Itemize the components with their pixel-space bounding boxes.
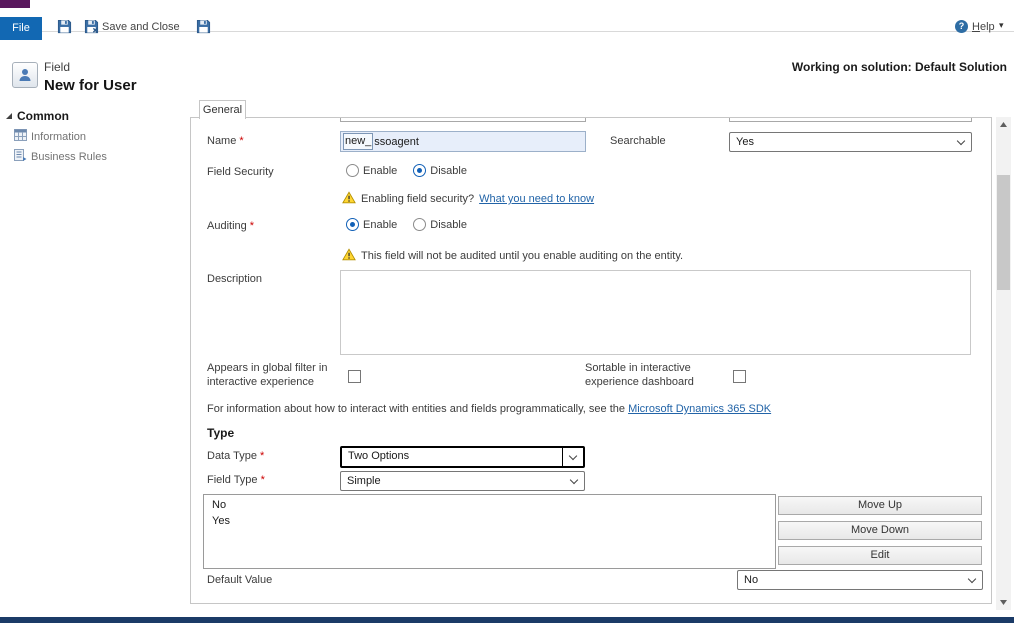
warning-icon	[342, 191, 356, 207]
page-title: New for User	[44, 77, 137, 94]
help-icon[interactable]: ?	[955, 20, 968, 33]
field-type-select[interactable]: Simple	[340, 471, 585, 491]
default-value-label: Default Value	[207, 574, 272, 586]
field-security-warning: Enabling field security? What you need t…	[342, 191, 594, 207]
field-type-label: Field Type	[207, 474, 265, 486]
window-bottom-border	[0, 617, 1014, 623]
save-icon[interactable]	[57, 19, 72, 37]
data-type-label: Data Type	[207, 450, 264, 462]
window-accent-strip	[0, 0, 30, 8]
option-item[interactable]: No	[204, 495, 775, 511]
field-security-enable-label: Enable	[363, 165, 397, 177]
auditing-warning-text: This field will not be audited until you…	[361, 250, 683, 262]
sortable-label: Sortable in interactive experience dashb…	[585, 361, 713, 389]
chevron-down-icon	[570, 476, 578, 484]
name-value: ssoagent	[374, 136, 419, 148]
scroll-down-button[interactable]	[996, 595, 1011, 610]
field-security-radio-group: Enable Disable	[346, 164, 467, 177]
name-prefix: new_	[343, 133, 373, 150]
field-security-warning-link[interactable]: What you need to know	[479, 193, 594, 205]
save-and-new-icon[interactable]	[196, 19, 211, 37]
data-type-select[interactable]: Two Options	[340, 446, 585, 468]
auditing-disable-radio[interactable]	[413, 218, 426, 231]
auditing-warning: This field will not be audited until you…	[342, 248, 683, 264]
sdk-text: For information about how to interact wi…	[207, 403, 625, 415]
global-filter-label: Appears in global filter in interactive …	[207, 361, 341, 389]
auditing-disable-label: Disable	[430, 219, 467, 231]
field-security-disable-label: Disable	[430, 165, 467, 177]
scroll-up-button[interactable]	[996, 117, 1011, 132]
sidebar-group-common[interactable]: Common	[5, 109, 69, 123]
sdk-sentence: For information about how to interact wi…	[207, 403, 771, 415]
file-tab[interactable]: File	[0, 17, 42, 40]
sdk-link[interactable]: Microsoft Dynamics 365 SDK	[628, 403, 771, 415]
global-filter-checkbox[interactable]	[348, 370, 361, 383]
edit-button[interactable]: Edit	[778, 546, 982, 565]
searchable-select[interactable]: Yes	[729, 132, 972, 152]
field-security-enable-radio[interactable]	[346, 164, 359, 177]
description-textarea[interactable]	[340, 270, 971, 355]
data-type-value: Two Options	[348, 450, 409, 462]
description-label: Description	[207, 273, 262, 285]
sidebar-item-label: Business Rules	[31, 151, 107, 163]
select-separator	[562, 448, 563, 466]
scrollbar-thumb[interactable]	[997, 175, 1010, 290]
field-security-warning-text: Enabling field security?	[361, 193, 474, 205]
move-up-button[interactable]: Move Up	[778, 496, 982, 515]
app-window: Save and Close ? Help ▾ File Field New f…	[0, 0, 1014, 626]
field-entity-icon	[12, 62, 38, 88]
auditing-enable-radio[interactable]	[346, 218, 359, 231]
help-dropdown-caret-icon[interactable]: ▾	[999, 20, 1004, 31]
warning-icon	[342, 248, 356, 264]
save-and-close-button[interactable]: Save and Close	[102, 21, 180, 33]
field-security-disable-radio[interactable]	[413, 164, 426, 177]
field-type-value: Simple	[347, 475, 381, 487]
searchable-value: Yes	[736, 136, 754, 148]
searchable-label: Searchable	[610, 135, 666, 147]
move-down-button[interactable]: Move Down	[778, 521, 982, 540]
sidebar-group-label: Common	[17, 109, 69, 123]
table-icon	[14, 129, 27, 144]
sidebar-item-information[interactable]: Information	[14, 129, 86, 144]
type-section-heading: Type	[207, 426, 234, 440]
chevron-down-icon	[968, 575, 976, 583]
solution-note: Working on solution: Default Solution	[792, 60, 1007, 74]
options-listbox[interactable]: No Yes	[203, 494, 776, 569]
sidebar-item-label: Information	[31, 131, 86, 143]
entity-type-label: Field	[44, 60, 70, 74]
vertical-scrollbar[interactable]	[996, 117, 1011, 610]
chevron-down-icon	[569, 452, 577, 460]
chevron-down-icon	[957, 137, 965, 145]
auditing-enable-label: Enable	[363, 219, 397, 231]
name-label: Name	[207, 135, 244, 147]
tab-general[interactable]: General	[199, 100, 246, 119]
cutoff-input-left	[340, 118, 586, 122]
business-rules-icon	[14, 149, 27, 164]
auditing-radio-group: Enable Disable	[346, 218, 467, 231]
sidebar-item-business-rules[interactable]: Business Rules	[14, 149, 107, 164]
name-input[interactable]: new_ ssoagent	[340, 131, 586, 152]
sortable-checkbox[interactable]	[733, 370, 746, 383]
auditing-label: Auditing	[207, 220, 254, 232]
option-item[interactable]: Yes	[204, 511, 775, 527]
help-menu[interactable]: Help	[972, 21, 995, 33]
form-panel: Name new_ ssoagent Searchable Yes Field …	[190, 117, 992, 604]
default-value-select[interactable]: No	[737, 570, 983, 590]
ribbon-toolbar: Save and Close ? Help ▾	[0, 8, 1014, 32]
default-value: No	[744, 574, 758, 586]
field-security-label: Field Security	[207, 166, 274, 178]
cutoff-input-right	[729, 118, 972, 122]
collapse-triangle-icon	[5, 109, 13, 123]
save-and-close-icon[interactable]	[84, 19, 99, 37]
